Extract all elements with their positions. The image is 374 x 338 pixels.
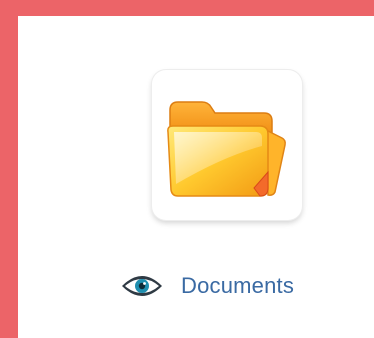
app-frame: Documents: [0, 0, 374, 338]
eye-icon[interactable]: [121, 275, 163, 297]
content-panel: Documents: [18, 16, 374, 338]
folder-caption[interactable]: Documents: [121, 268, 294, 304]
folder-icon: [167, 101, 286, 197]
folder-tile[interactable]: [152, 70, 302, 220]
folder-label[interactable]: Documents: [181, 273, 294, 299]
